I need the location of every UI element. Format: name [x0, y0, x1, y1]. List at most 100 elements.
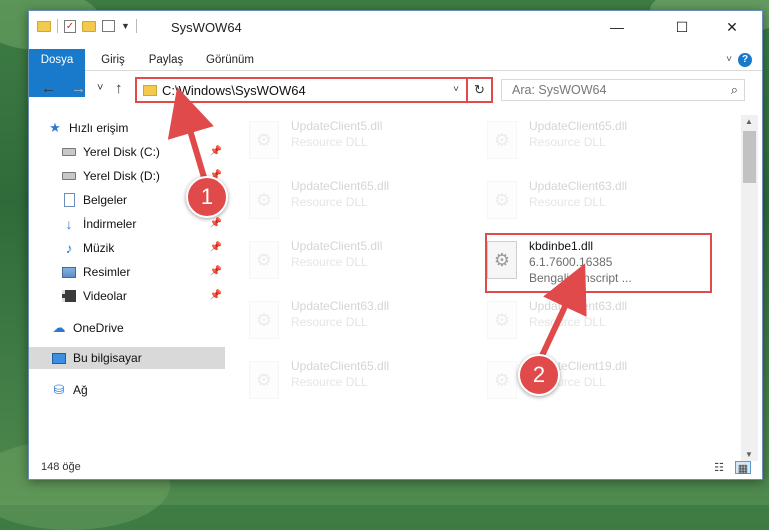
up-arrow-icon[interactable]: ↑ [115, 80, 123, 97]
cloud-icon: ☁ [52, 320, 66, 335]
file-item[interactable]: ⚙ UpdateClient65.dll Resource DLL [239, 357, 469, 405]
sidebar-item-label: Belgeler [83, 193, 128, 207]
minimize-button[interactable]: — [594, 11, 640, 43]
vertical-scrollbar[interactable]: ▲ ▼ [741, 115, 758, 461]
sidebar-item-downloads[interactable]: ↓ İndirmeler 📌 [29, 213, 225, 235]
pin-icon: 📌 [209, 266, 222, 277]
file-item[interactable]: ⚙ UpdateClient5.dll Resource DLL [239, 117, 469, 165]
forward-arrow-icon[interactable]: → [71, 80, 86, 97]
properties-check-icon[interactable]: ✓ [64, 19, 76, 33]
sidebar-item-label: Yerel Disk (D:) [83, 169, 160, 183]
sidebar-item-label: Resimler [83, 265, 131, 279]
sidebar-item-music[interactable]: ♪ Müzik 📌 [29, 237, 225, 259]
recent-locations-icon[interactable]: ˅ [97, 82, 103, 94]
item-count: 148 öğe [41, 461, 81, 473]
file-description: Resource DLL [291, 195, 368, 209]
status-bar: 148 öğe ☷ ▦ [29, 457, 762, 479]
file-name: UpdateClient63.dll [291, 299, 390, 313]
dll-file-icon: ⚙ [249, 181, 279, 219]
pin-icon: 📌 [209, 146, 222, 157]
file-name: UpdateClient65.dll [291, 359, 390, 373]
file-highlight-box [485, 233, 712, 293]
tab-view[interactable]: Görünüm [199, 49, 261, 71]
document-icon [61, 193, 77, 207]
folder-icon[interactable] [37, 20, 51, 32]
ribbon-tabs: Dosya Giriş Paylaş Görünüm ˅ ? [29, 49, 762, 97]
dll-file-icon: ⚙ [487, 181, 517, 219]
sidebar-item-label: Hızlı erişim [69, 121, 129, 135]
sidebar-item-quick-access[interactable]: ★ Hızlı erişim [29, 117, 225, 139]
chevron-down-icon[interactable]: ˅ [726, 54, 732, 65]
network-icon: ⛁ [53, 382, 65, 397]
properties-icon[interactable] [102, 20, 115, 32]
file-item[interactable]: ⚙ UpdateClient63.dll Resource DLL [477, 297, 707, 345]
dll-file-icon: ⚙ [487, 121, 517, 159]
back-arrow-icon[interactable]: ← [41, 80, 56, 97]
quick-access-toolbar: ✓ ▼ [37, 19, 137, 33]
refresh-button[interactable]: ↻ [466, 77, 493, 103]
sidebar-item-onedrive[interactable]: ☁ OneDrive [29, 317, 225, 339]
sidebar-item-label: OneDrive [73, 321, 124, 335]
file-item[interactable]: ⚙ UpdateClient5.dll Resource DLL [239, 237, 469, 285]
explorer-window: ✓ ▼ SysWOW64 — ☐ ✕ Dosya Giriş Paylaş Gö… [28, 10, 763, 480]
address-dropdown-icon[interactable]: ˅ [453, 84, 459, 95]
file-name: UpdateClient65.dll [291, 179, 390, 193]
file-description: Resource DLL [529, 135, 606, 149]
file-item[interactable]: ⚙ UpdateClient19.dll Resource DLL [477, 357, 707, 405]
dll-file-icon: ⚙ [487, 301, 517, 339]
new-folder-icon[interactable] [82, 20, 96, 32]
file-item[interactable]: ⚙ UpdateClient63.dll Resource DLL [239, 297, 469, 345]
file-item[interactable]: ⚙ UpdateClient63.dll Resource DLL [477, 177, 707, 225]
file-description: Resource DLL [291, 375, 368, 389]
dll-file-icon: ⚙ [487, 361, 517, 399]
dll-file-icon: ⚙ [249, 241, 279, 279]
sidebar-item-network[interactable]: ⛁ Ağ [29, 379, 225, 401]
sidebar-item-videos[interactable]: Videolar 📌 [29, 285, 225, 307]
pin-icon: 📌 [209, 242, 222, 253]
video-icon [61, 289, 77, 303]
search-input[interactable]: Ara: SysWOW64 ⌕ [501, 79, 745, 101]
search-icon: ⌕ [730, 82, 738, 97]
file-item[interactable]: ⚙ UpdateClient65.dll Resource DLL [477, 117, 707, 165]
address-bar[interactable]: C:\Windows\SysWOW64 ˅ [135, 77, 493, 103]
file-list: ⚙ UpdateClient5.dll Resource DLL ⚙ Updat… [239, 115, 739, 453]
close-button[interactable]: ✕ [709, 11, 755, 43]
dll-file-icon: ⚙ [249, 361, 279, 399]
tab-share[interactable]: Paylaş [141, 49, 191, 71]
file-description: Resource DLL [291, 255, 368, 269]
window-title: SysWOW64 [171, 20, 242, 35]
tab-home[interactable]: Giriş [91, 49, 135, 71]
dll-file-icon: ⚙ [249, 301, 279, 339]
sidebar-item-label: Ağ [73, 383, 88, 397]
sidebar-item-this-pc[interactable]: Bu bilgisayar [29, 347, 225, 369]
file-name: UpdateClient65.dll [529, 119, 628, 133]
file-description: Resource DLL [291, 315, 368, 329]
navigation-pane: ★ Hızlı erişim Yerel Disk (C:) 📌 Yerel D… [29, 115, 225, 453]
maximize-button[interactable]: ☐ [659, 11, 705, 43]
customize-dropdown-icon[interactable]: ▼ [121, 21, 130, 31]
sidebar-item-label: Müzik [83, 241, 115, 255]
sidebar-item-pictures[interactable]: Resimler 📌 [29, 261, 225, 283]
sidebar-item-label: İndirmeler [83, 217, 137, 231]
details-view-icon[interactable]: ☷ [711, 461, 727, 474]
sidebar-item-disk-c[interactable]: Yerel Disk (C:) 📌 [29, 141, 225, 163]
file-item[interactable]: ⚙ UpdateClient65.dll Resource DLL [239, 177, 469, 225]
computer-icon [51, 351, 67, 365]
download-icon: ↓ [65, 216, 73, 232]
music-icon: ♪ [65, 240, 73, 256]
title-bar: ✓ ▼ SysWOW64 — ☐ ✕ [29, 11, 762, 43]
scroll-up-icon[interactable]: ▲ [745, 117, 753, 126]
sidebar-item-label: Yerel Disk (C:) [83, 145, 160, 159]
disk-icon [61, 145, 77, 159]
address-path: C:\Windows\SysWOW64 [162, 83, 306, 98]
file-name: UpdateClient63.dll [529, 179, 628, 193]
file-description: Resource DLL [291, 135, 368, 149]
large-icons-view-icon[interactable]: ▦ [735, 461, 751, 475]
search-placeholder: Ara: SysWOW64 [512, 83, 607, 97]
separator [57, 19, 58, 33]
help-icon[interactable]: ? [738, 53, 752, 67]
star-icon: ★ [49, 120, 61, 135]
dll-file-icon: ⚙ [249, 121, 279, 159]
sidebar-item-label: Videolar [83, 289, 127, 303]
scrollbar-thumb[interactable] [743, 131, 756, 183]
